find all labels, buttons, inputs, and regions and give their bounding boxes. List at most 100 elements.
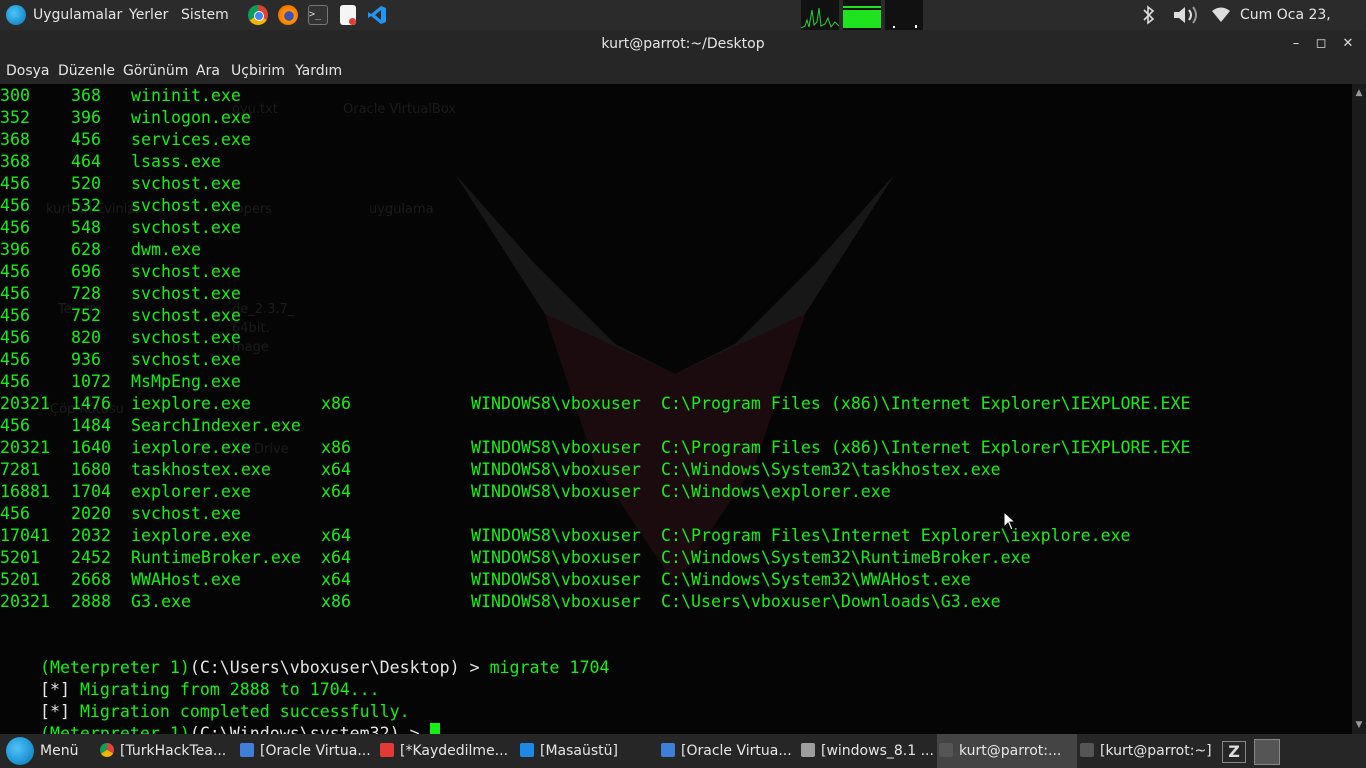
process-ppid: 520	[0, 548, 30, 567]
parrot-logo-icon[interactable]	[6, 5, 26, 25]
process-session: 1	[29, 548, 40, 567]
process-name: SearchIndexer.exe	[131, 416, 301, 435]
process-pid: 520	[71, 174, 101, 193]
desktop-label-virtualbox: Oracle VirtualBox	[343, 102, 457, 117]
taskbar-item[interactable]: [Masaüstü]	[518, 734, 656, 768]
bluetooth-icon[interactable]	[1142, 5, 1156, 25]
taskbar-item[interactable]: kurt@parrot:...	[937, 734, 1077, 768]
process-ppid: 456	[0, 262, 30, 281]
top-panel: Uygulamalar Yerler Sistem >_ Cum Oca 23,…	[0, 0, 1366, 53]
clock[interactable]: Cum Oca 23, 16:40	[1240, 0, 1366, 53]
process-name: RuntimeBroker.exe	[131, 548, 301, 567]
process-user: WINDOWS8\vboxuser	[471, 482, 641, 501]
process-path: C:\Program Files (x86)\Internet Explorer…	[661, 394, 1191, 413]
process-name: svchost.exe	[131, 174, 241, 193]
menu-search[interactable]: Ara	[196, 58, 220, 84]
process-user: WINDOWS8\vboxuser	[471, 526, 641, 545]
process-path: C:\Users\vboxuser\Downloads\G3.exe	[661, 592, 1001, 611]
process-ppid: 520	[0, 570, 30, 589]
taskbar-item[interactable]: [windows_8.1 ...	[799, 734, 937, 768]
process-pid: 2020	[71, 504, 111, 523]
process-user: WINDOWS8\vboxuser	[471, 570, 641, 589]
minimize-button[interactable]: –	[1284, 30, 1308, 58]
process-name: explorer.exe	[131, 482, 251, 501]
menu-terminal[interactable]: Uçbirim	[231, 58, 285, 84]
process-name: svchost.exe	[131, 504, 241, 523]
process-row: 728 456 svchost.exe	[0, 283, 241, 305]
scroll-down-arrow-icon[interactable]: ▼	[1352, 718, 1366, 732]
scroll-up-arrow-icon[interactable]: ▲	[1352, 86, 1366, 100]
menu-help[interactable]: Yardım	[295, 58, 342, 84]
process-pid: 628	[71, 240, 101, 259]
process-name: G3.exe	[131, 592, 191, 611]
wifi-icon[interactable]	[1212, 7, 1230, 23]
terminal-scrollbar[interactable]: ▲ ▼	[1352, 84, 1366, 734]
process-ppid: 456	[0, 306, 30, 325]
text-editor-icon	[380, 743, 394, 757]
prompt-arrow: >	[399, 724, 430, 734]
process-path: C:\Windows\System32\WWAHost.exe	[661, 570, 971, 589]
process-row: 532 456 svchost.exe	[0, 195, 241, 217]
process-pid: 464	[71, 152, 101, 171]
process-name: svchost.exe	[131, 218, 241, 237]
firefox-icon[interactable]	[278, 5, 298, 25]
terminal-icon[interactable]: >_	[308, 5, 328, 25]
process-session: 1	[29, 460, 40, 479]
taskbar-item-label: [TurkHackTea...	[120, 743, 227, 759]
process-name: WWAHost.exe	[131, 570, 241, 589]
chrome-icon[interactable]	[248, 5, 268, 25]
process-row: 464 368 lsass.exe	[0, 151, 221, 173]
terminal-output[interactable]: Oracle VirtualBox uygulama oyu.txt kurt'…	[0, 84, 1352, 734]
process-pid: 368	[71, 86, 101, 105]
taskbar-item-label: [Oracle Virtua...	[260, 743, 371, 759]
process-pid: 752	[71, 306, 101, 325]
maximize-button[interactable]: ◻	[1309, 30, 1333, 58]
text-editor-icon[interactable]	[340, 5, 356, 25]
taskbar-item[interactable]: [kurt@parrot:~]	[1078, 734, 1216, 768]
process-ppid: 368	[0, 130, 30, 149]
taskbar-item[interactable]: [Oracle Virtua...	[659, 734, 797, 768]
process-name: svchost.exe	[131, 328, 241, 347]
menu-button[interactable]: Menü	[2, 735, 82, 767]
process-pid: 2032	[71, 526, 111, 545]
window-titlebar[interactable]: kurt@parrot:~/Desktop – ◻ ✕	[0, 30, 1366, 58]
taskbar-item[interactable]: [Oracle Virtua...	[238, 734, 376, 768]
taskbar-item[interactable]: [TurkHackTea...	[98, 734, 236, 768]
taskbar-item[interactable]: [*Kaydedilme...	[378, 734, 516, 768]
terminal-icon	[1080, 743, 1094, 757]
menu-file[interactable]: Dosya	[6, 58, 50, 84]
taskbar-item-label: [Oracle Virtua...	[681, 743, 792, 759]
volume-icon[interactable]	[1172, 4, 1202, 26]
process-ppid: 1704	[0, 526, 40, 545]
menu-places[interactable]: Yerler	[129, 0, 168, 30]
virtualbox-icon	[240, 743, 254, 757]
menu-applications[interactable]: Uygulamalar	[33, 0, 122, 30]
process-ppid: 2032	[0, 394, 40, 413]
command-line-migrate: (Meterpreter 1)(C:\Users\vboxuser\Deskto…	[0, 635, 609, 677]
process-name: iexplore.exe	[131, 394, 251, 413]
memory-monitor-graph	[843, 0, 881, 30]
command-line-current[interactable]: (Meterpreter 1)(C:\Windows\system32) >	[0, 701, 440, 734]
process-row: 820 456 svchost.exe	[0, 327, 241, 349]
workspace-switcher-icon[interactable]: Z	[1222, 741, 1246, 763]
process-row: 1484 456 SearchIndexer.exe	[0, 415, 301, 437]
close-button[interactable]: ✕	[1336, 30, 1360, 58]
process-row: 368 300 wininit.exe	[0, 85, 241, 107]
process-row: 2888 2032 G3.exe x86 1 WINDOWS8\vboxuser C:\Us…	[0, 591, 1001, 613]
vscode-icon[interactable]	[367, 5, 387, 25]
process-row: 2668 520 WWAHost.exe x64 1 WINDOWS8\vboxuser C…	[0, 569, 971, 591]
process-session: 1	[39, 394, 50, 413]
menu-edit[interactable]: Düzenle	[58, 58, 115, 84]
process-name: taskhostex.exe	[131, 460, 271, 479]
menu-view[interactable]: Görünüm	[123, 58, 188, 84]
process-session: 1	[39, 526, 50, 545]
chrome-icon	[100, 743, 114, 757]
process-name: winlogon.exe	[131, 108, 251, 127]
mouse-pointer-icon	[1003, 510, 1017, 535]
menu-system[interactable]: Sistem	[181, 0, 229, 30]
process-name: iexplore.exe	[131, 438, 251, 457]
process-ppid: 456	[0, 218, 30, 237]
process-user: WINDOWS8\vboxuser	[471, 548, 641, 567]
process-row: 1072 456 MsMpEng.exe	[0, 371, 241, 393]
show-desktop-button[interactable]	[1254, 739, 1280, 765]
